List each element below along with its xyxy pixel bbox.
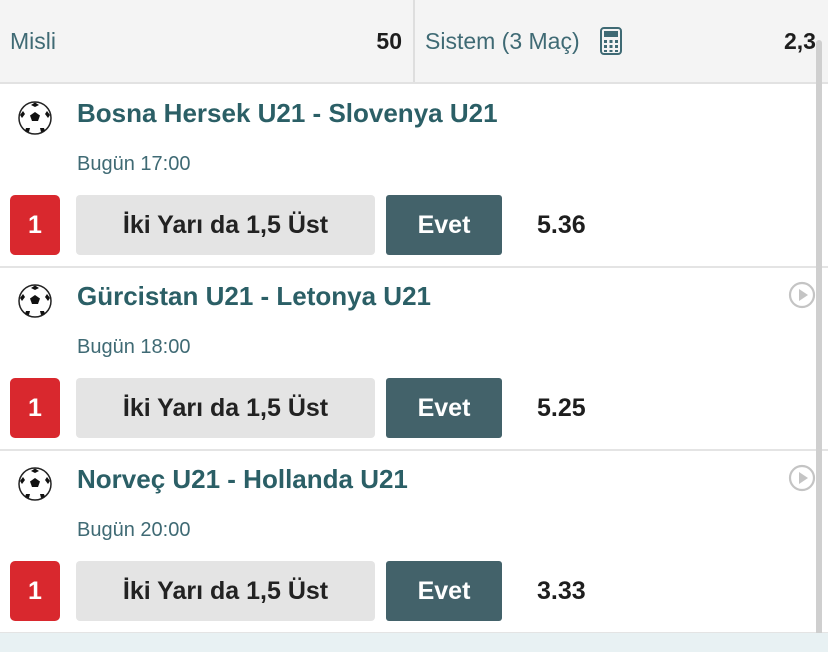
soccer-ball-icon xyxy=(18,101,52,135)
selection-button[interactable]: Evet xyxy=(386,378,502,438)
match-card: Bosna Hersek U21 - Slovenya U21 Bugün 17… xyxy=(0,84,828,268)
pick-badge: 1 xyxy=(10,561,60,621)
play-circle-icon[interactable] xyxy=(788,281,816,309)
match-card: Norveç U21 - Hollanda U21 Bugün 20:00 1 … xyxy=(0,450,828,634)
play-circle-icon[interactable] xyxy=(788,464,816,492)
match-time: Bugün 18:00 xyxy=(77,336,191,358)
sistem-label: Sistem (3 Maç) xyxy=(425,27,580,54)
match-title[interactable]: Gürcistan U21 - Letonya U21 xyxy=(77,281,431,312)
market-label: İki Yarı da 1,5 Üst xyxy=(76,378,375,438)
coupon-header: Misli 50 Sistem (3 Maç) 2,3 xyxy=(0,0,828,84)
misli-section[interactable]: Misli 50 xyxy=(0,0,415,82)
match-time: Bugün 20:00 xyxy=(77,519,191,541)
misli-label: Misli xyxy=(10,27,56,54)
misli-value[interactable]: 50 xyxy=(376,28,402,55)
sistem-value: 2,3 xyxy=(784,27,816,54)
footer-strip xyxy=(0,633,828,652)
market-label: İki Yarı da 1,5 Üst xyxy=(76,561,375,621)
sistem-section[interactable]: Sistem (3 Maç) 2,3 xyxy=(415,0,828,82)
calculator-icon[interactable] xyxy=(599,27,622,55)
bet-row: 1 İki Yarı da 1,5 Üst Evet 3.33 xyxy=(0,561,828,621)
match-title[interactable]: Bosna Hersek U21 - Slovenya U21 xyxy=(77,98,498,129)
match-time: Bugün 17:00 xyxy=(77,153,191,175)
selection-button[interactable]: Evet xyxy=(386,561,502,621)
selection-button[interactable]: Evet xyxy=(386,195,502,255)
scrollbar[interactable] xyxy=(816,40,822,640)
odds-value: 5.25 xyxy=(537,393,586,422)
match-title[interactable]: Norveç U21 - Hollanda U21 xyxy=(77,464,408,495)
odds-value: 3.33 xyxy=(537,576,586,605)
soccer-ball-icon xyxy=(18,284,52,318)
bet-row: 1 İki Yarı da 1,5 Üst Evet 5.36 xyxy=(0,195,828,255)
odds-value: 5.36 xyxy=(537,210,586,239)
match-card: Gürcistan U21 - Letonya U21 Bugün 18:00 … xyxy=(0,267,828,451)
bet-row: 1 İki Yarı da 1,5 Üst Evet 5.25 xyxy=(0,378,828,438)
pick-badge: 1 xyxy=(10,378,60,438)
market-label: İki Yarı da 1,5 Üst xyxy=(76,195,375,255)
soccer-ball-icon xyxy=(18,467,52,501)
pick-badge: 1 xyxy=(10,195,60,255)
